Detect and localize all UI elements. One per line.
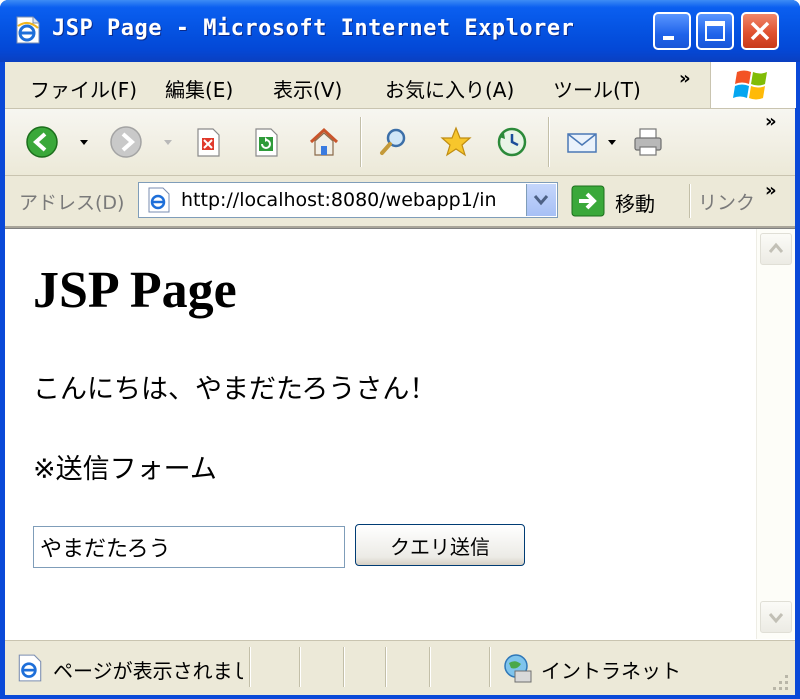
toolbar-separator: [548, 117, 549, 167]
status-divider: [343, 647, 344, 687]
address-field[interactable]: http://localhost:8080/webapp1/in: [138, 182, 558, 218]
chevron-down-icon: [768, 613, 784, 624]
print-icon[interactable]: [631, 125, 665, 159]
menu-view[interactable]: 表示(V): [273, 74, 342, 103]
go-button[interactable]: 移動: [615, 188, 655, 217]
mail-dropdown-icon[interactable]: [607, 139, 617, 147]
forward-icon[interactable]: [109, 125, 143, 159]
links-overflow-chevron[interactable]: »: [765, 180, 777, 201]
links-button[interactable]: リンク: [698, 188, 755, 215]
page-viewport: JSP Page こんにちは、やまだたろうさん！ ※送信フォーム クエリ送信: [5, 228, 795, 640]
ie-page-icon: [16, 16, 40, 44]
stop-icon[interactable]: [191, 125, 225, 159]
name-input[interactable]: [33, 526, 345, 568]
chevron-up-icon: [768, 242, 784, 253]
toolbar-separator: [360, 117, 361, 167]
title-bar[interactable]: JSP Page - Microsoft Internet Explorer: [0, 0, 800, 62]
address-label: アドレス(D): [19, 192, 125, 214]
vertical-scrollbar[interactable]: [756, 229, 795, 639]
menu-favorites[interactable]: お気に入り(A): [385, 74, 514, 103]
menu-overflow-chevron[interactable]: »: [679, 68, 691, 89]
status-divider: [299, 647, 300, 687]
address-bar: アドレス(D) http://localhost:8080/webapp1/in…: [5, 176, 795, 228]
status-divider: [429, 647, 430, 687]
security-zone-text: イントラネット: [541, 659, 681, 683]
address-url[interactable]: http://localhost:8080/webapp1/in: [181, 189, 521, 211]
search-icon[interactable]: [377, 125, 411, 159]
back-dropdown-icon[interactable]: [79, 139, 89, 147]
go-arrow-icon[interactable]: [571, 185, 605, 217]
address-dropdown-button[interactable]: [526, 184, 556, 216]
refresh-icon[interactable]: [249, 125, 283, 159]
submit-query-button[interactable]: クエリ送信: [355, 524, 525, 566]
status-text: ページが表示されまし: [53, 659, 243, 683]
chevron-down-icon: [533, 195, 549, 206]
close-button[interactable]: [741, 12, 779, 50]
back-icon[interactable]: [25, 125, 59, 159]
ie-page-icon: [148, 187, 170, 213]
menu-edit[interactable]: 編集(E): [165, 74, 233, 103]
scroll-up-button[interactable]: [760, 233, 792, 265]
window-title: JSP Page - Microsoft Internet Explorer: [52, 16, 575, 41]
maximize-icon: [705, 21, 725, 41]
menu-bar: ファイル(F) 編集(E) 表示(V) お気に入り(A) ツール(T) »: [5, 62, 796, 109]
address-separator: [689, 184, 690, 218]
minimize-icon: [663, 36, 674, 40]
intranet-zone-icon: [504, 654, 532, 683]
menu-file[interactable]: ファイル(F): [30, 74, 137, 103]
favorites-icon[interactable]: [439, 125, 473, 159]
home-icon[interactable]: [307, 125, 341, 159]
windows-flag-icon: [733, 70, 767, 100]
forward-dropdown-icon[interactable]: [163, 139, 173, 147]
windows-logo: [710, 62, 796, 108]
close-icon: [750, 21, 770, 41]
status-divider: [489, 647, 490, 687]
resize-grip-icon[interactable]: [767, 669, 791, 693]
status-divider: [249, 647, 250, 687]
toolbar-overflow-chevron[interactable]: »: [765, 111, 777, 132]
browser-frame: ファイル(F) 編集(E) 表示(V) お気に入り(A) ツール(T) » » …: [5, 62, 796, 695]
page-title: JSP Page: [33, 262, 237, 319]
ie-window: JSP Page - Microsoft Internet Explorer フ…: [0, 0, 800, 699]
maximize-button[interactable]: [696, 12, 734, 50]
form-label: ※送信フォーム: [33, 454, 217, 485]
greeting-text: こんにちは、やまだたろうさん！: [33, 374, 437, 405]
history-icon[interactable]: [495, 125, 529, 159]
status-divider: [385, 647, 386, 687]
status-bar: ページが表示されまし イントラネット: [5, 640, 795, 695]
ie-page-icon: [18, 654, 42, 682]
standard-toolbar: »: [5, 109, 795, 176]
minimize-button[interactable]: [653, 12, 691, 50]
menu-tools[interactable]: ツール(T): [553, 74, 641, 103]
mail-icon[interactable]: [565, 125, 599, 159]
scroll-down-button[interactable]: [760, 601, 792, 633]
